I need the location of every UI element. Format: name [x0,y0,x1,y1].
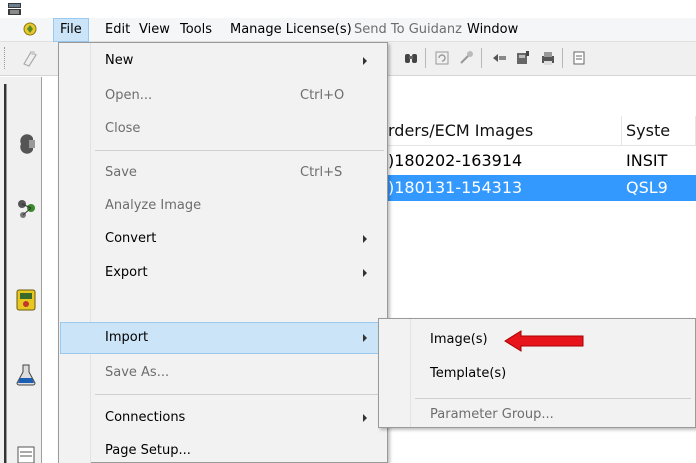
connector-tool-icon[interactable] [15,132,37,156]
menu-separator [95,150,384,151]
table-row-selected[interactable]: )180131-154313 [384,175,622,201]
menu-item-close[interactable]: Close [60,112,386,145]
menu-item-import[interactable]: Import [60,322,386,354]
connector-icon[interactable] [488,47,510,69]
app-window-icon[interactable] [7,2,22,16]
submenu-arrow-icon [363,334,367,342]
toolbar-grip[interactable] [4,47,7,69]
table-cell[interactable]: INSIT [622,148,696,174]
submenu-item-label: Template(s) [430,366,507,381]
menu-item-page-setup[interactable]: Page Setup... [60,434,386,463]
new-document-icon[interactable] [19,47,41,69]
submenu-arrow-icon [363,269,367,277]
menu-tools[interactable]: Tools [174,18,218,42]
submenu-item-label: Image(s) [430,332,488,347]
table-row-selected[interactable]: QSL9 [622,175,696,201]
menu-item-label: Open... [105,88,153,103]
menu-item-label: Convert [105,231,157,246]
list-tool-icon[interactable] [15,443,37,463]
multimeter-icon[interactable] [15,288,37,312]
menu-item-label: Save [105,165,137,180]
menu-item-label: Page Setup... [105,443,191,458]
refresh-icon[interactable] [431,47,453,69]
column-header-images[interactable]: rders/ECM Images [384,116,622,146]
menu-item-label: Analyze Image [105,198,202,213]
submenu-arrow-icon [363,235,367,243]
table-cell[interactable]: )180202-163914 [384,148,622,174]
menu-edit[interactable]: Edit [99,18,136,42]
red-arrow-icon [504,330,584,352]
column-header-system[interactable]: Syste [622,116,696,146]
binoculars-icon[interactable] [400,47,422,69]
menu-item-label: New [105,53,134,68]
toolbar-separator [425,48,426,68]
menu-item-label: Import [105,330,149,345]
menu-item-shortcut: Ctrl+O [300,88,345,103]
menu-item-convert[interactable]: Convert [60,222,386,255]
menu-item-label: Save As... [105,365,170,380]
menu-manage-licenses[interactable]: Manage License(s) [224,18,358,42]
menu-item-save-as[interactable]: Save As... [60,356,386,389]
submenu-item-parameter-group[interactable]: Parameter Group... [380,400,694,430]
menu-item-label: Connections [105,410,186,425]
submenu-item-label: Parameter Group... [430,407,554,422]
menu-item-analyze-image[interactable]: Analyze Image [60,189,386,222]
network-tool-icon[interactable] [15,197,37,221]
menu-item-open[interactable]: Open... Ctrl+O [60,79,386,112]
app-logo-icon[interactable] [22,21,38,37]
title-bar [0,0,696,18]
menu-file[interactable]: File [53,18,89,42]
menu-item-export[interactable]: Export [60,256,386,289]
menu-view[interactable]: View [133,18,176,42]
menu-item-new[interactable]: New [60,44,386,77]
menu-item-save[interactable]: Save Ctrl+S [60,156,386,189]
device-icon[interactable] [512,47,534,69]
toolbar-separator [481,48,482,68]
menu-item-label: Close [105,121,141,136]
menu-separator [95,394,384,395]
probe-icon[interactable] [455,47,477,69]
submenu-separator [415,398,691,399]
printer-icon[interactable] [537,47,559,69]
toolbar-separator [562,48,563,68]
panel-border [4,84,7,463]
flask-icon[interactable] [15,363,37,387]
menu-window[interactable]: Window [461,18,524,42]
notes-icon[interactable] [568,47,590,69]
menu-send-to-guidanz[interactable]: Send To Guidanz [348,18,468,42]
submenu-arrow-icon [363,57,367,65]
submenu-item-templates[interactable]: Template(s) [380,359,694,389]
menu-item-shortcut: Ctrl+S [300,165,343,180]
menu-item-connections[interactable]: Connections [60,401,386,434]
menu-item-label: Export [105,265,148,280]
submenu-arrow-icon [363,414,367,422]
